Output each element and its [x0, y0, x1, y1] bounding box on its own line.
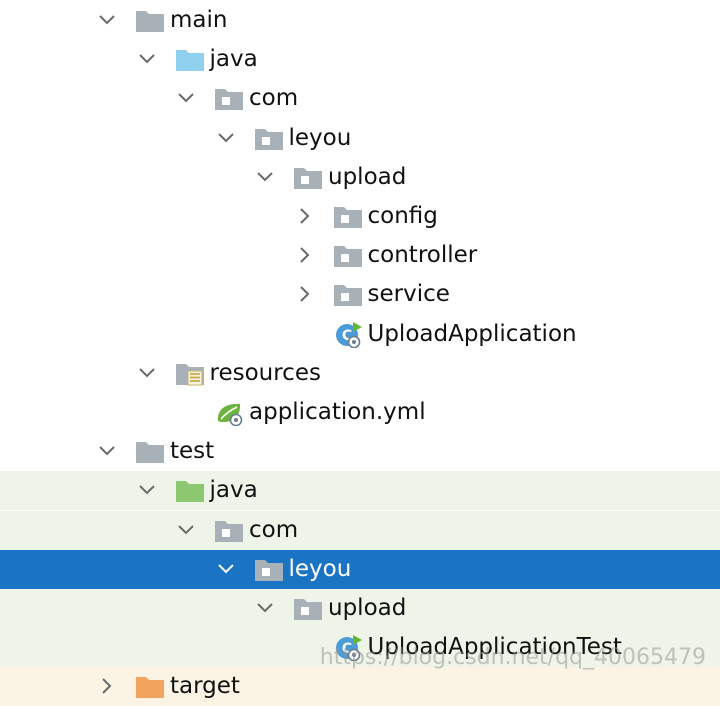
- tree-item-label: resources: [209, 359, 321, 386]
- chevron-down-icon[interactable]: [215, 550, 239, 589]
- tree-item-label: UploadApplicationTest: [367, 634, 622, 661]
- tree-row-main[interactable]: main: [0, 1, 720, 40]
- tree-item-label: main: [170, 7, 228, 33]
- package-icon: [214, 511, 244, 550]
- tree-row-java[interactable]: java: [0, 40, 720, 79]
- package-icon: [293, 158, 323, 197]
- chevron-down-icon[interactable]: [136, 471, 160, 510]
- tree-row-uploadapplication[interactable]: C UploadApplication: [0, 315, 720, 354]
- tree-item-label: config: [367, 203, 438, 229]
- tree-row-com[interactable]: com: [0, 510, 720, 550]
- tree-row-leyou[interactable]: leyou: [0, 119, 720, 158]
- package-icon: [333, 236, 363, 275]
- project-tree: main java com leyou upload config controller se…: [0, 0, 720, 706]
- tree-row-target[interactable]: target: [0, 667, 720, 706]
- tree-item-label: leyou: [288, 555, 352, 582]
- tree-row-controller[interactable]: controller: [0, 236, 720, 275]
- chevron-down-icon[interactable]: [136, 40, 160, 79]
- tree-item-label: leyou: [288, 124, 352, 151]
- tree-row-upload[interactable]: upload: [0, 589, 720, 628]
- chevron-right-icon[interactable]: [96, 667, 120, 706]
- tree-row-application-yml[interactable]: application.yml: [0, 393, 720, 432]
- tree-row-resources[interactable]: resources: [0, 354, 720, 393]
- chevron-down-icon[interactable]: [175, 511, 199, 550]
- tree-item-label: test: [170, 438, 215, 465]
- chevron-down-icon[interactable]: [136, 354, 160, 393]
- package-icon: [254, 119, 284, 158]
- chevron-down-icon[interactable]: [96, 1, 120, 40]
- chevron-right-icon[interactable]: [294, 236, 318, 275]
- tree-item-label: service: [367, 281, 450, 308]
- tree-item-label: application.yml: [249, 399, 426, 425]
- chevron-down-icon[interactable]: [215, 119, 239, 158]
- tree-item-label: controller: [367, 242, 478, 269]
- spring-boot-class-icon: C: [334, 628, 364, 667]
- folder-gray-icon: [135, 432, 165, 471]
- tree-row-uploadapplicationtest[interactable]: C UploadApplicationTest: [0, 628, 720, 668]
- excluded-folder-icon: [135, 667, 165, 706]
- tree-row-java[interactable]: java: [0, 471, 720, 511]
- chevron-right-icon[interactable]: [294, 197, 318, 236]
- chevron-right-icon[interactable]: [294, 275, 318, 314]
- tree-row-service[interactable]: service: [0, 275, 720, 314]
- tree-item-label: java: [209, 477, 258, 504]
- package-icon: [254, 550, 284, 589]
- tree-row-leyou[interactable]: leyou: [0, 549, 720, 589]
- package-icon: [333, 197, 363, 236]
- package-icon: [333, 275, 363, 314]
- chevron-down-icon[interactable]: [175, 79, 199, 118]
- spring-boot-class-icon: C: [334, 315, 364, 354]
- tree-row-test[interactable]: test: [0, 432, 720, 471]
- tree-item-label: com: [249, 85, 299, 112]
- package-icon: [214, 79, 244, 118]
- spring-yml-icon: [215, 393, 245, 432]
- tree-row-upload[interactable]: upload: [0, 158, 720, 197]
- tree-item-label: com: [249, 516, 299, 543]
- package-icon: [293, 589, 323, 628]
- test-source-folder-icon: [175, 471, 205, 510]
- tree-item-label: upload: [328, 163, 407, 190]
- tree-item-label: target: [170, 673, 240, 700]
- tree-item-label: UploadApplication: [367, 320, 577, 347]
- tree-row-com[interactable]: com: [0, 79, 720, 118]
- tree-item-label: upload: [328, 595, 407, 621]
- tree-item-label: java: [209, 46, 258, 73]
- resources-folder-icon: [175, 354, 205, 393]
- folder-gray-icon: [135, 1, 165, 40]
- source-folder-icon: [175, 40, 205, 79]
- chevron-down-icon[interactable]: [254, 158, 278, 197]
- tree-row-config[interactable]: config: [0, 197, 720, 236]
- chevron-down-icon[interactable]: [96, 432, 120, 471]
- chevron-down-icon[interactable]: [254, 589, 278, 628]
